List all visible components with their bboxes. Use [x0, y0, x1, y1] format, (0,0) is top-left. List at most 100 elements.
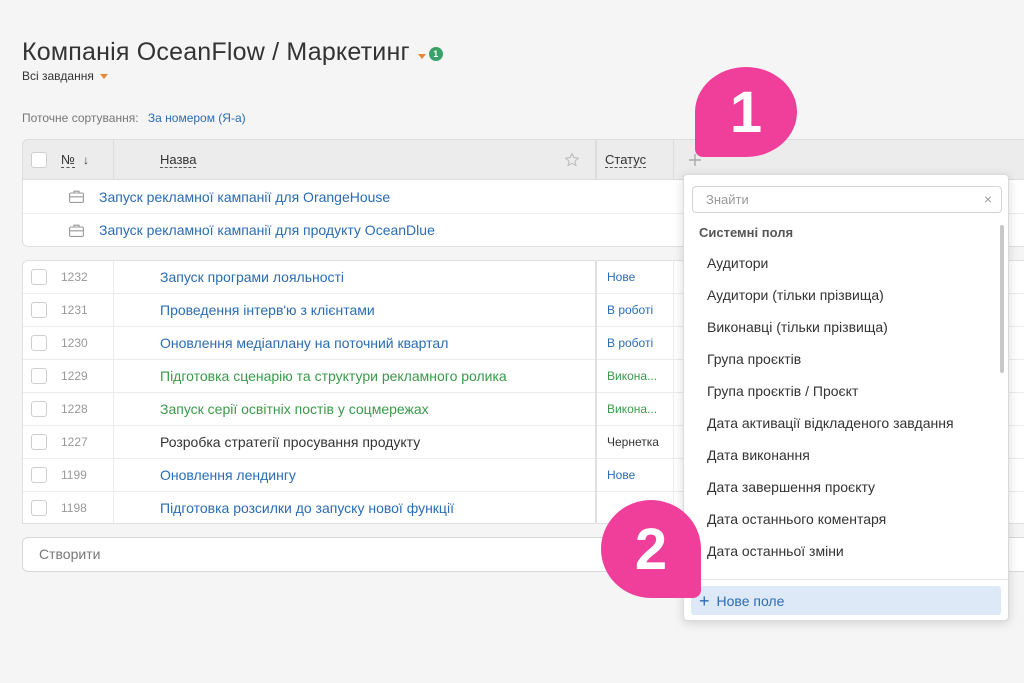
field-option[interactable]: Група проєктів — [707, 351, 801, 367]
new-field-button[interactable]: + Нове поле — [691, 586, 1001, 615]
column-number-header[interactable]: № ↓ — [61, 140, 89, 179]
column-divider — [113, 492, 114, 523]
group-link[interactable]: Запуск рекламної кампанії для OrangeHous… — [99, 189, 390, 205]
page-title: Компанія OceanFlow / Маркетинг — [22, 38, 410, 66]
field-option[interactable]: Аудитори — [707, 255, 768, 271]
sort-label: Поточне сортування: — [22, 111, 139, 125]
column-divider — [595, 360, 597, 393]
column-divider — [595, 327, 597, 360]
scrollbar-thumb[interactable] — [1000, 225, 1004, 373]
title-dropdown-caret-icon[interactable] — [417, 54, 426, 59]
task-name-link[interactable]: Оновлення медіаплану на поточний квартал — [160, 327, 448, 360]
group-link[interactable]: Запуск рекламної кампанії для продукту O… — [99, 222, 435, 238]
task-number: 1227 — [61, 435, 88, 449]
notification-badge[interactable]: 1 — [428, 46, 443, 61]
select-all-cell — [31, 140, 47, 179]
column-divider — [113, 261, 114, 294]
field-option[interactable]: Виконавці (тільки прізвища) — [707, 319, 888, 335]
sort-row: Поточне сортування: За номером (Я-а) — [22, 111, 246, 125]
column-status-header[interactable]: Статус — [605, 140, 647, 179]
sort-value-link[interactable]: За номером (Я-а) — [148, 111, 246, 125]
task-name-link[interactable]: Проведення інтерв'ю з клієнтами — [160, 294, 375, 327]
field-option[interactable]: Аудитори (тільки прізвища) — [707, 287, 884, 303]
task-status[interactable]: Нове — [607, 459, 665, 492]
column-name-label: Назва — [160, 151, 197, 168]
task-status[interactable]: Викона... — [607, 360, 665, 393]
column-number-label: № — [61, 151, 75, 168]
row-checkbox[interactable] — [31, 467, 47, 483]
task-number: 1230 — [61, 336, 88, 350]
filter-selector[interactable]: Всі завдання — [22, 69, 108, 83]
column-status-label: Статус — [605, 151, 647, 168]
row-checkbox[interactable] — [31, 401, 47, 417]
column-divider — [595, 459, 597, 492]
column-divider — [673, 261, 674, 294]
field-option[interactable]: Група проєктів / Проєкт — [707, 383, 858, 399]
column-divider — [595, 261, 597, 294]
column-divider — [673, 459, 674, 492]
column-divider — [673, 327, 674, 360]
task-number: 1199 — [61, 468, 87, 482]
field-option[interactable]: Дата активації відкладеного завдання — [707, 415, 954, 431]
task-name-link[interactable]: Запуск програми лояльності — [160, 261, 344, 294]
task-number: 1232 — [61, 270, 88, 284]
field-option[interactable]: Дата останньої зміни — [707, 543, 844, 559]
filter-caret-icon — [99, 73, 108, 79]
briefcase-icon — [69, 190, 84, 208]
task-number: 1229 — [61, 369, 88, 383]
callout-marker-2: 2 — [601, 500, 701, 598]
task-name-link[interactable]: Підготовка сценарію та структури рекламн… — [160, 360, 507, 393]
section-heading: Системні поля — [699, 225, 794, 240]
column-divider — [673, 294, 674, 327]
select-all-checkbox[interactable] — [31, 151, 47, 168]
callout-marker-1: 1 — [695, 67, 797, 157]
row-checkbox[interactable] — [31, 335, 47, 351]
task-status[interactable]: В роботі — [607, 294, 665, 327]
row-checkbox[interactable] — [31, 302, 47, 318]
column-divider — [673, 393, 674, 426]
task-number: 1228 — [61, 402, 88, 416]
task-name-link[interactable]: Підготовка розсилки до запуску нової фун… — [160, 492, 454, 523]
task-status[interactable]: Викона... — [607, 393, 665, 426]
column-divider — [113, 426, 114, 459]
new-field-label: Нове поле — [716, 592, 785, 609]
column-divider — [673, 426, 674, 459]
field-option[interactable]: Дата останнього коментаря — [707, 511, 886, 527]
plus-icon: + — [699, 590, 710, 611]
field-option[interactable]: Дата виконання — [707, 447, 810, 463]
star-icon[interactable] — [564, 140, 580, 179]
row-checkbox[interactable] — [31, 434, 47, 450]
column-divider — [673, 360, 674, 393]
task-number: 1198 — [61, 501, 87, 515]
task-name-link[interactable]: Запуск серії освітніх постів у соцмережа… — [160, 393, 429, 426]
row-checkbox[interactable] — [31, 500, 47, 516]
field-search-input[interactable]: Знайти × — [692, 186, 1002, 213]
task-status[interactable]: В роботі — [607, 327, 665, 360]
column-name-header[interactable]: Назва — [160, 140, 197, 179]
row-checkbox[interactable] — [31, 269, 47, 285]
task-number: 1231 — [61, 303, 88, 317]
column-divider — [113, 360, 114, 393]
task-name-link[interactable]: Розробка стратегії просування продукту — [160, 426, 420, 459]
title-row: Компанія OceanFlow / Маркетинг 1 — [22, 38, 443, 67]
column-divider — [113, 140, 114, 179]
column-divider — [113, 327, 114, 360]
column-divider — [113, 294, 114, 327]
row-checkbox[interactable] — [31, 368, 47, 384]
filter-label: Всі завдання — [22, 69, 94, 83]
column-divider — [595, 393, 597, 426]
close-icon[interactable]: × — [984, 187, 992, 212]
briefcase-icon — [69, 224, 84, 242]
field-option[interactable]: Дата завершення проєкту — [707, 479, 875, 495]
column-divider — [595, 492, 597, 523]
search-placeholder: Знайти — [706, 192, 749, 207]
column-divider — [595, 426, 597, 459]
column-divider — [113, 393, 114, 426]
task-status[interactable]: Нове — [607, 261, 665, 294]
column-divider — [113, 459, 114, 492]
task-status[interactable]: Чернетка — [607, 426, 665, 459]
column-divider — [595, 140, 597, 179]
sort-arrow-icon: ↓ — [82, 152, 89, 167]
column-divider — [673, 140, 674, 179]
task-name-link[interactable]: Оновлення лендингу — [160, 459, 296, 492]
